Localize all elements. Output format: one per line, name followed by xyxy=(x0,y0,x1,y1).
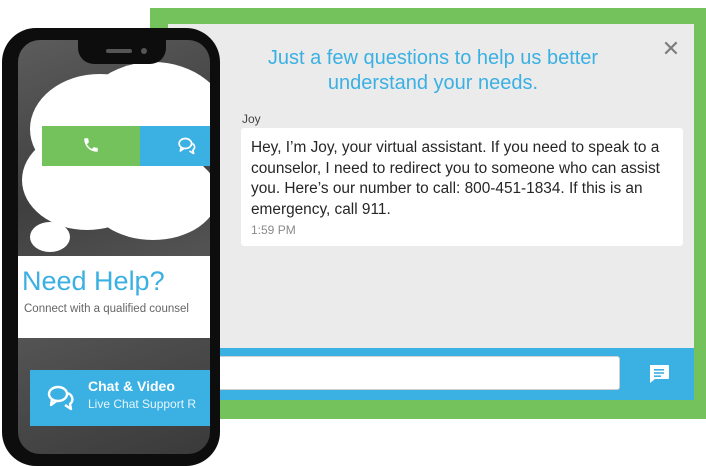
message-input[interactable] xyxy=(168,356,620,390)
message-text: Hey, I’m Joy, your virtual assistant. If… xyxy=(251,139,660,218)
need-help-subheading: Connect with a qualified counsel xyxy=(24,303,189,315)
chat-video-subtitle: Live Chat Support R xyxy=(88,397,197,411)
chat-footer xyxy=(168,348,694,400)
call-button[interactable] xyxy=(42,126,140,166)
message-bubble: Hey, I’m Joy, your virtual assistant. If… xyxy=(241,128,683,246)
need-help-section: Need Help? Connect with a qualified coun… xyxy=(18,256,210,338)
chat-button[interactable] xyxy=(140,126,210,166)
phone-icon xyxy=(84,138,98,152)
chat-video-title: Chat & Video xyxy=(88,378,175,394)
speaker-grille xyxy=(106,49,132,53)
chat-bubbles-icon xyxy=(178,137,196,155)
chat-bubbles-icon xyxy=(47,385,74,411)
contact-buttons xyxy=(42,126,210,166)
phone-notch xyxy=(78,40,166,64)
send-message-icon[interactable] xyxy=(648,364,670,384)
front-camera xyxy=(141,48,147,54)
phone-mockup: Need Help? Connect with a qualified coun… xyxy=(2,28,220,466)
message-timestamp: 1:59 PM xyxy=(251,223,296,237)
chat-window: Just a few questions to help us better u… xyxy=(168,24,694,400)
chat-video-button[interactable]: Chat & Video Live Chat Support R xyxy=(30,370,210,426)
promo-stage: Just a few questions to help us better u… xyxy=(0,0,706,466)
sender-name: Joy xyxy=(242,112,261,126)
chat-title: Just a few questions to help us better u… xyxy=(267,47,599,94)
phone-screen: Need Help? Connect with a qualified coun… xyxy=(18,40,210,454)
close-icon[interactable]: ✕ xyxy=(660,38,682,60)
need-help-heading: Need Help? xyxy=(22,266,165,296)
